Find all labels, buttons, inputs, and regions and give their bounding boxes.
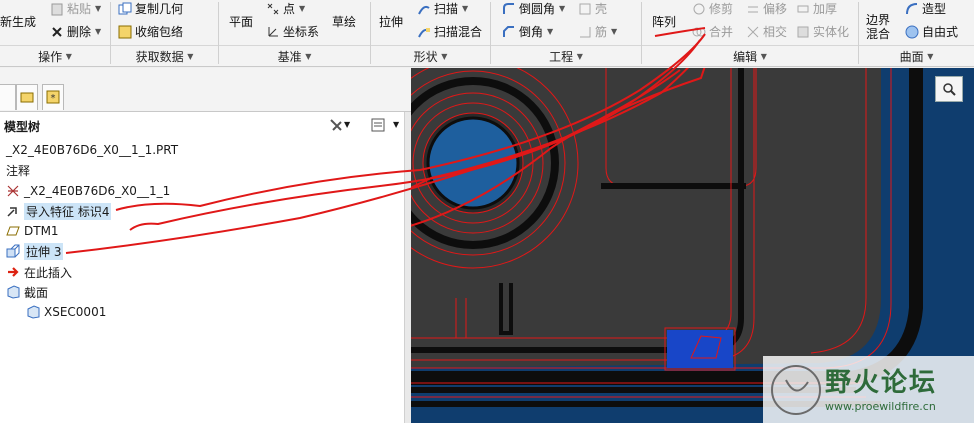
import-feature-icon <box>6 204 20 218</box>
tree-item-extrude-3[interactable]: 拉伸 3 <box>6 241 64 261</box>
group-engineering[interactable]: 工程 ▼ <box>491 45 641 66</box>
intersect-button[interactable]: 相交 <box>746 23 787 40</box>
chamfer-button[interactable]: 倒角 ▼ <box>502 23 553 40</box>
shrinkwrap-icon <box>118 25 132 39</box>
group-get-data[interactable]: 获取数据 ▼ <box>111 45 218 66</box>
sections-icon <box>6 285 20 299</box>
ribbon: 新生成 粘贴 ▼ 删除 ▼ 复制几何 收缩包络 平面 点 ▼ 坐标系 草绘 拉伸… <box>0 0 974 67</box>
paste-button[interactable]: 粘贴 ▼ <box>50 0 101 17</box>
watermark-title: 野火论坛 <box>825 368 938 398</box>
svg-text:*: * <box>51 93 56 104</box>
offset-icon <box>746 2 760 16</box>
tree-item-csys[interactable]: _X2_4E0B76D6_X0__1_1 <box>6 181 170 201</box>
tree-item-import-feature[interactable]: 导入特征 标识4 <box>6 201 112 221</box>
regenerate-button[interactable]: 新生成 <box>0 13 36 30</box>
solidify-button[interactable]: 实体化 <box>796 23 849 40</box>
zoom-icon <box>942 82 956 96</box>
trim-button[interactable]: 修剪 <box>692 0 733 17</box>
section-icon <box>26 305 40 319</box>
intersect-icon <box>746 25 760 39</box>
chevron-down-icon[interactable]: ▼ <box>344 120 350 129</box>
chamfer-icon <box>502 25 516 39</box>
delete-button[interactable]: 删除 ▼ <box>50 23 101 40</box>
group-datum[interactable]: 基准 ▼ <box>219 45 370 66</box>
tree-item-insert-here[interactable]: 在此插入 <box>6 262 72 282</box>
style-button[interactable]: 造型 <box>905 0 946 17</box>
navigator-panel: * 模型树 ▼ ▼ _X2_4E0B76D6_X0__1_1.PRT 注释 _X… <box>0 68 411 423</box>
tab-folder-browser[interactable] <box>16 84 38 110</box>
round-icon <box>502 2 516 16</box>
csys-icon <box>6 184 20 198</box>
thicken-button[interactable]: 加厚 <box>796 0 837 17</box>
watermark: 野火论坛 www.proewildfire.cn <box>763 356 974 423</box>
extrude-icon <box>6 244 20 258</box>
watermark-url: www.proewildfire.cn <box>825 400 936 413</box>
rib-button[interactable]: 筋 ▼ <box>578 23 617 40</box>
folder-icon <box>20 90 34 104</box>
chevron-down-icon[interactable]: ▼ <box>393 120 399 129</box>
style-icon <box>905 2 919 16</box>
offset-button[interactable]: 偏移 <box>746 0 787 17</box>
tree-item-part[interactable]: _X2_4E0B76D6_X0__1_1.PRT <box>6 140 178 160</box>
freestyle-icon <box>905 25 919 39</box>
boundary-blend-button[interactable]: 边界混合 <box>866 13 896 41</box>
merge-button[interactable]: 合并 <box>692 23 733 40</box>
sweep-icon <box>417 2 431 16</box>
swept-blend-icon <box>417 25 431 39</box>
shell-icon <box>578 2 592 16</box>
tree-item-sections[interactable]: 截面 <box>6 282 48 302</box>
extrude-button[interactable]: 拉伸 <box>379 13 403 30</box>
merge-icon <box>692 25 706 39</box>
csys-button[interactable]: 坐标系 <box>266 23 319 40</box>
tree-item-dtm1[interactable]: DTM1 <box>6 221 59 241</box>
group-editing[interactable]: 编辑 ▼ <box>642 45 858 66</box>
round-button[interactable]: 倒圆角 ▼ <box>502 0 565 17</box>
sweep-button[interactable]: 扫描 ▼ <box>417 0 468 17</box>
rib-icon <box>578 25 592 39</box>
paste-icon <box>50 2 64 16</box>
copy-geometry-button[interactable]: 复制几何 <box>118 0 183 17</box>
csys-icon <box>266 25 280 39</box>
group-operations[interactable]: 操作 ▼ <box>0 45 110 66</box>
point-icon <box>266 2 280 16</box>
arrow-right-icon <box>6 265 20 279</box>
datum-plane-icon <box>6 224 20 238</box>
pattern-button[interactable]: 阵列 <box>652 13 676 30</box>
tree-item-annotations[interactable]: 注释 <box>6 160 30 180</box>
watermark-logo <box>771 365 821 415</box>
panel-scrollbar[interactable] <box>404 112 411 423</box>
point-button[interactable]: 点 ▼ <box>266 0 305 17</box>
favorites-icon: * <box>46 90 60 104</box>
solidify-icon <box>796 25 810 39</box>
tab-favorites[interactable]: * <box>42 84 64 110</box>
view-toolbar[interactable] <box>935 76 963 102</box>
shrinkwrap-button[interactable]: 收缩包络 <box>118 23 183 40</box>
model-tree-title: 模型树 <box>4 119 41 134</box>
group-shapes[interactable]: 形状 ▼ <box>371 45 490 66</box>
tree-settings-icon[interactable] <box>329 118 343 132</box>
graphics-viewport[interactable]: 野火论坛 www.proewildfire.cn <box>411 68 974 423</box>
group-surfaces[interactable]: 曲面 ▼ <box>859 45 974 66</box>
sketch-button[interactable]: 草绘 <box>332 13 356 30</box>
swept-blend-button[interactable]: 扫描混合 <box>417 23 482 40</box>
tab-model-tree[interactable] <box>0 84 16 110</box>
freestyle-button[interactable]: 自由式 <box>905 23 958 40</box>
plane-button[interactable]: 平面 <box>229 13 253 30</box>
delete-icon <box>50 25 64 39</box>
tree-item-xsec0001[interactable]: XSEC0001 <box>26 302 106 322</box>
show-icon[interactable] <box>371 118 385 132</box>
navigator-tabs: * <box>0 68 411 112</box>
shell-button[interactable]: 壳 <box>578 0 607 17</box>
trim-icon <box>692 2 706 16</box>
thicken-icon <box>796 2 810 16</box>
copy-geometry-icon <box>118 2 132 16</box>
